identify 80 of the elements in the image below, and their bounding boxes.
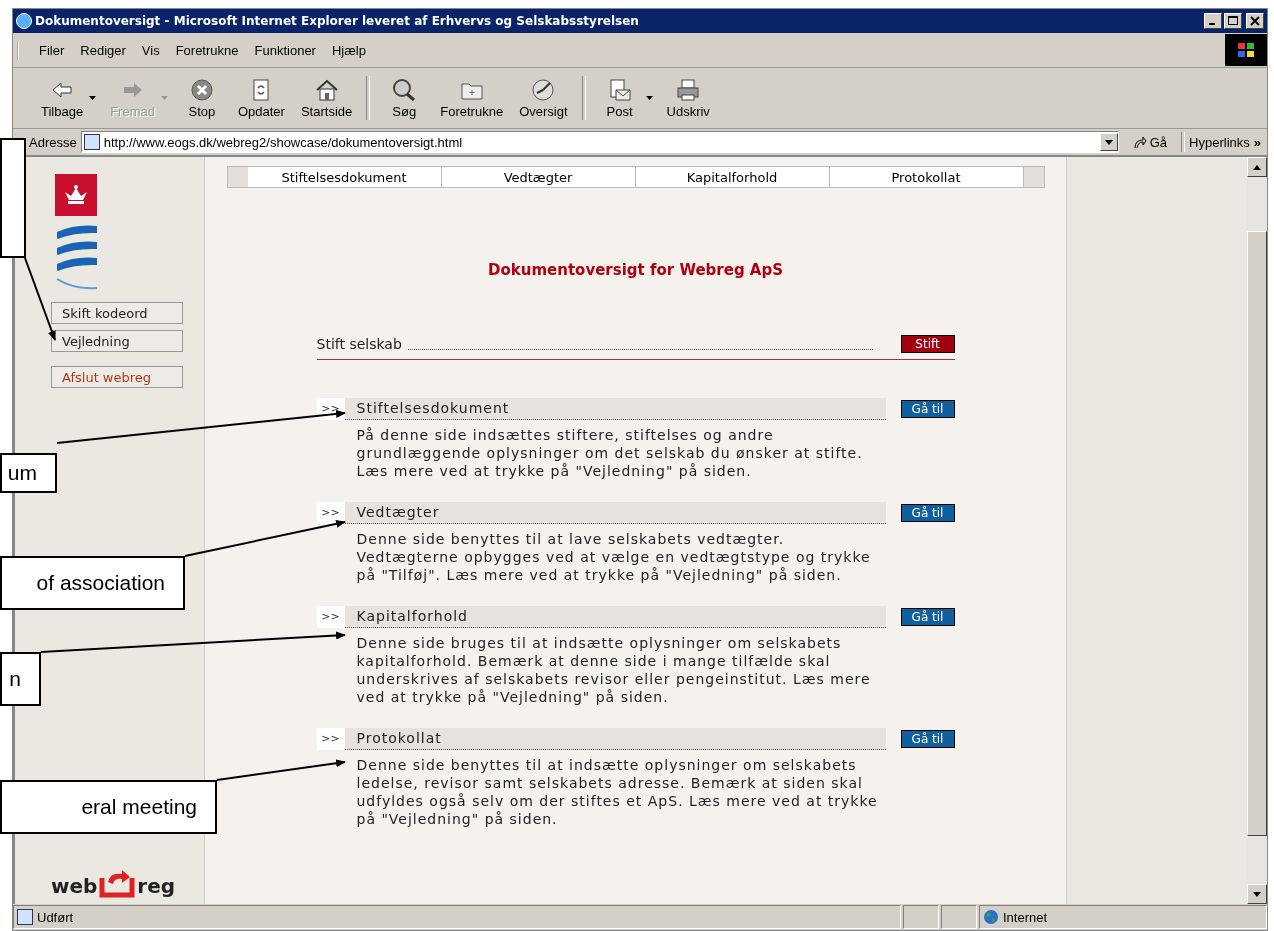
address-label: Adresse <box>29 134 77 150</box>
dropdown-caret-icon[interactable] <box>89 96 97 100</box>
close-icon <box>1250 16 1260 26</box>
toolbar-button[interactable]: Foretrukne <box>432 75 512 121</box>
go-to-button[interactable]: Gå til <box>900 504 955 522</box>
toolbar-button[interactable]: Startside <box>292 75 361 121</box>
tab[interactable]: Protokollat <box>829 167 1024 187</box>
browser-icon <box>16 13 32 29</box>
scroll-up-button[interactable] <box>1247 157 1267 177</box>
go-to-button[interactable]: Gå til <box>900 400 955 418</box>
links-label[interactable]: Hyperlinks <box>1189 134 1250 150</box>
tab[interactable]: Kapitalforhold <box>635 167 830 187</box>
callout-box: um <box>0 453 57 493</box>
marker-label: >> <box>316 502 345 524</box>
tab[interactable]: Stiftelsesdokument <box>247 167 442 187</box>
more-chevron[interactable]: » <box>1253 134 1267 150</box>
sidebar-button[interactable]: Vejledning <box>51 330 183 352</box>
callout-box: eral meeting <box>0 780 217 834</box>
section-description: Denne side benyttes til at indsætte oplysninger om selskabets ledelse, revisor samt selskabets adresse. Bemærk at siden skal udfyldes også selv om der stiftes et ApS. Læs mere ved at trykke på "Vejledning" på siden. <box>356 756 879 828</box>
menu-item[interactable]: Vis <box>135 40 166 60</box>
clock-icon <box>530 77 557 102</box>
maximize-icon <box>1228 16 1238 26</box>
toolbar-button[interactable]: Oversigt <box>511 75 576 121</box>
toolbar-button[interactable]: Stop <box>173 75 230 121</box>
status-text: Udført <box>37 909 74 925</box>
tab[interactable]: Vedtægter <box>441 167 636 187</box>
toolbar-button[interactable]: Opdater <box>229 75 293 121</box>
menu-item[interactable]: Rediger <box>74 40 132 60</box>
security-zone-label: Internet <box>1003 909 1048 925</box>
globe-icon <box>983 909 999 925</box>
maximize-button[interactable] <box>1224 13 1242 29</box>
callout-box: of association <box>0 556 185 610</box>
down-arrow-icon <box>1104 139 1113 145</box>
section-title: Stiftelsesdokument <box>344 398 886 420</box>
down-arrow-icon <box>1253 891 1261 897</box>
address-field[interactable]: http://www.eogs.dk/webreg2/showcase/dokumentoversigt.html <box>80 131 1119 153</box>
minimize-icon <box>1209 23 1215 25</box>
go-button[interactable]: Gå <box>1122 134 1178 150</box>
crown-logo-icon <box>55 174 97 216</box>
section-title: Vedtægter <box>344 502 886 524</box>
stop-icon <box>188 77 215 102</box>
windows-logo-icon <box>1225 34 1267 66</box>
toolbar-button[interactable]: Udskriv <box>658 75 718 121</box>
section-title: Kapitalforhold <box>344 606 886 628</box>
window-title: Dokumentoversigt - Microsoft Internet Explorer leveret af Erhvervs og Selskabsstyrelsen <box>35 14 640 28</box>
wave-logo-icon <box>55 224 99 290</box>
minimize-button[interactable] <box>1204 13 1222 29</box>
dropdown-button[interactable] <box>1099 133 1118 151</box>
menu-item[interactable]: Hjælp <box>325 40 372 60</box>
section-description: På denne side indsættes stiftere, stiftelses og andre grundlæggende oplysninger om det selskab du ønsker at stifte. Læs mere ved at trykke på "Vejledning" på siden. <box>356 426 864 480</box>
webreg-logo: web reg <box>51 870 176 898</box>
vertical-scrollbar[interactable] <box>1247 157 1267 904</box>
page-icon <box>83 134 100 150</box>
found-button[interactable]: Stift <box>900 335 955 353</box>
close-button[interactable] <box>1246 13 1264 29</box>
go-to-button[interactable]: Gå til <box>900 730 955 748</box>
found-company-label: Stift selskab <box>316 336 402 352</box>
printer-icon <box>675 77 702 102</box>
toolbar-button[interactable]: Post <box>591 75 648 121</box>
up-arrow-icon <box>1253 164 1261 170</box>
toolbar-button[interactable]: Tilbage <box>33 75 92 121</box>
page-icon <box>17 909 33 925</box>
log-out-button[interactable]: Afslut webreg <box>51 366 183 388</box>
toolbar-button[interactable]: Søg <box>376 75 433 121</box>
callout-box: n <box>0 652 41 706</box>
marker-label: >> <box>316 728 345 750</box>
menu-item[interactable]: Funktioner <box>248 40 322 60</box>
marker-label: >> <box>316 606 345 628</box>
page-heading: Dokumentoversigt for Webreg ApS <box>488 261 783 279</box>
section-title: Protokollat <box>344 728 886 750</box>
go-to-button[interactable]: Gå til <box>900 608 955 626</box>
menu-item[interactable]: Foretrukne <box>169 40 245 60</box>
sidebar-button[interactable]: Skift kodeord <box>51 302 183 324</box>
menu-item[interactable]: Filer <box>33 40 71 60</box>
section-description: Denne side bruges til at indsætte oplysninger om selskabets kapitalforhold. Bemærk at denne side i mange tilfælde skal underskrives af selskabets revisor eller pengeinstitut. Læs mere ved at trykke på "Vejledning" på siden. <box>356 634 872 706</box>
scroll-down-button[interactable] <box>1247 884 1267 904</box>
search-icon <box>391 77 418 102</box>
scroll-thumb[interactable] <box>1247 231 1267 836</box>
section-description: Denne side benyttes til at lave selskabets vedtægter. Vedtægterne opbygges ved at vælge en vedtægtstype og trykke på "Tilføj". Læs mere ved at trykke på "Vejledning" på siden. <box>356 530 872 584</box>
dropdown-caret-icon[interactable] <box>645 96 653 100</box>
